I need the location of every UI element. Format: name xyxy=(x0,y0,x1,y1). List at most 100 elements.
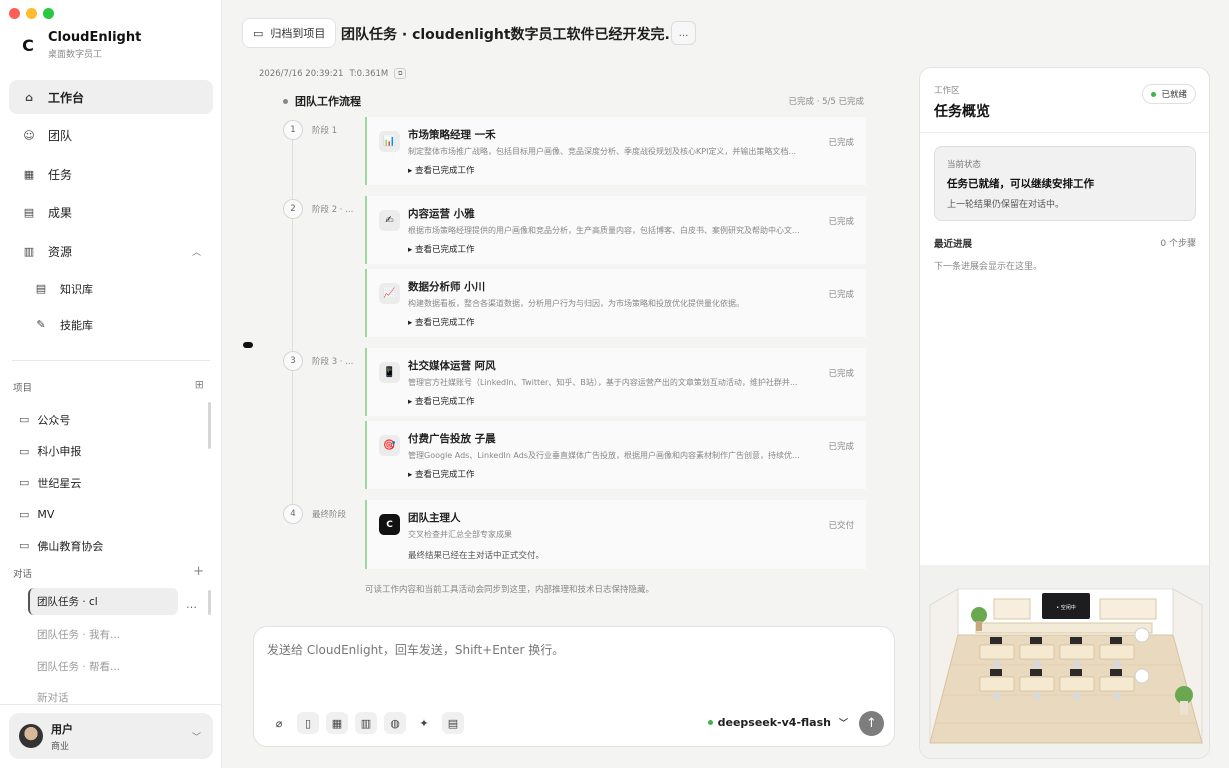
view-completed-work-link[interactable]: ▸ 查看已完成工作 xyxy=(408,468,854,480)
current-status-box: 当前状态 任务已就绪，可以继续安排工作 上一轮结果仍保留在对话中。 xyxy=(934,146,1196,221)
window-zoom-button[interactable] xyxy=(43,8,54,19)
main-nav: ⌂ 工作台 ☺ 团队 ▦ 任务 ▤ 成果 ▥ 资源 ︿ ▤ 知识库 ✎ 技能库 xyxy=(9,80,213,345)
folder-icon: ▭ xyxy=(19,476,30,490)
agent-title: 数据分析师 小川 xyxy=(408,281,486,293)
flow-status: 已完成 · 5/5 已完成 xyxy=(788,97,865,107)
agent-title: 内容运营 小雅 xyxy=(408,208,475,220)
message-composer[interactable]: 发送给 CloudEnlight，回车发送，Shift+Enter 换行。 ⌀ … xyxy=(253,626,895,747)
project-item[interactable]: ▭ 世纪星云 xyxy=(19,467,209,499)
layout-icon[interactable]: ▦ xyxy=(326,712,348,734)
status-badge: 已完成 xyxy=(828,138,854,148)
agent-title: 社交媒体运营 阿风 xyxy=(408,360,496,372)
final-delivery-note: 最终结果已经在主对话中正式交付。 xyxy=(408,551,545,561)
more-options-button[interactable]: ... xyxy=(671,21,696,45)
divider xyxy=(12,360,210,361)
new-conversation-plus-icon[interactable]: + xyxy=(193,564,204,579)
window-minimize-button[interactable] xyxy=(26,8,37,19)
workspace-panel: 工作区 任务概览 已就绪 当前状态 任务已就绪，可以继续安排工作 上一轮结果仍保… xyxy=(919,67,1210,759)
agent-card: ✍ 内容运营 小雅 根据市场策略经理提供的用户画像和竞品分析，生产高质量内容，包… xyxy=(365,196,866,264)
status-dot-icon xyxy=(707,720,713,725)
status-kicker: 当前状态 xyxy=(947,160,982,170)
nav-item-resources[interactable]: ▥ 资源 ︿ xyxy=(9,234,213,268)
chevron-up-icon[interactable]: ︿ xyxy=(192,245,201,258)
badge-label: 已就绪 xyxy=(1161,90,1187,100)
nav-item-results[interactable]: ▤ 成果 xyxy=(9,196,213,230)
file-icon[interactable]: ▤ xyxy=(442,712,464,734)
agent-desc: 根据市场策略经理提供的用户画像和竞品分析，生产高质量内容，包括博客、白皮书、案例… xyxy=(408,226,800,235)
stage-marker: 4 最终阶段 xyxy=(283,504,346,524)
send-button[interactable]: ↑ xyxy=(859,711,884,736)
user-card[interactable]: 用户 商业 ﹀ xyxy=(9,713,213,759)
stage-number: 4 xyxy=(283,504,303,524)
status-dot-icon xyxy=(1151,91,1157,97)
document-icon: ▤ xyxy=(23,206,35,219)
stage-label: 最终阶段 xyxy=(312,510,347,520)
nav-item-workbench[interactable]: ⌂ 工作台 xyxy=(9,80,213,114)
project-item[interactable]: ▭ 公众号 xyxy=(19,404,209,436)
office-scene: • 空闲中 xyxy=(920,565,1209,758)
nav-item-skills[interactable]: ✎ 技能库 xyxy=(9,309,213,341)
lead-agent-card: C 团队主理人 交叉检查并汇总全部专家成果 最终结果已经在主对话中正式交付。 已… xyxy=(365,500,866,569)
conversation-more-icon[interactable]: … xyxy=(186,598,197,611)
project-item[interactable]: ▭ 佛山教育协会 xyxy=(19,530,209,562)
office-screen-text: • 空闲中 xyxy=(1056,604,1076,611)
folder-icon: ▭ xyxy=(19,539,30,553)
tablet-icon[interactable]: ▯ xyxy=(297,712,319,734)
model-selector[interactable]: deepseek-v4-flash ﹀ xyxy=(707,716,848,729)
window-close-button[interactable] xyxy=(9,8,20,19)
sparkle-icon[interactable]: ✦ xyxy=(413,712,435,734)
conversation-item[interactable]: 新对话 xyxy=(28,682,213,714)
stage-number: 3 xyxy=(283,351,303,371)
chevron-down-icon[interactable]: ﹀ xyxy=(192,730,201,743)
nav-item-tasks[interactable]: ▦ 任务 xyxy=(9,157,213,191)
app-name: CloudEnlight xyxy=(48,30,142,45)
timeline-line xyxy=(292,140,293,510)
view-completed-work-link[interactable]: ▸ 查看已完成工作 xyxy=(408,164,854,176)
model-name: deepseek-v4-flash xyxy=(717,716,831,729)
phone-icon: 📱 xyxy=(379,362,400,383)
projects-scrollbar[interactable] xyxy=(208,402,211,449)
archive-to-project-button[interactable]: ▭ 归档到项目 xyxy=(242,18,337,48)
panel-kicker: 工作区 xyxy=(934,86,960,96)
project-item[interactable]: ▭ 科小申报 xyxy=(19,436,209,468)
composer-input[interactable]: 发送给 CloudEnlight，回车发送，Shift+Enter 换行。 xyxy=(267,641,564,658)
project-item[interactable]: ▭ MV xyxy=(19,499,209,531)
agent-card: 📱 社交媒体运营 阿风 管理官方社媒账号（LinkedIn、Twitter、知乎… xyxy=(365,348,866,416)
progress-label: 最近进展 xyxy=(934,239,973,250)
new-project-folder-icon[interactable]: ⊞ xyxy=(195,378,204,391)
book-icon: ▥ xyxy=(23,244,35,258)
project-label: 公众号 xyxy=(37,413,71,427)
resize-handle[interactable] xyxy=(243,342,253,348)
nav-item-label: 工作台 xyxy=(48,90,85,105)
nav-item-knowledge[interactable]: ▤ 知识库 xyxy=(9,273,213,305)
nav-item-label: 资源 xyxy=(48,244,73,259)
conversation-item[interactable]: 团队任务 · 帮看... xyxy=(28,651,213,683)
view-completed-work-link[interactable]: ▸ 查看已完成工作 xyxy=(408,243,854,255)
chart-icon: 📊 xyxy=(379,131,400,152)
building-icon[interactable]: ▥ xyxy=(355,712,377,734)
nav-item-label: 任务 xyxy=(48,167,73,182)
nav-item-team[interactable]: ☺ 团队 xyxy=(9,119,213,153)
agent-desc: 管理官方社媒账号（LinkedIn、Twitter、知乎、B站），基于内容运营产… xyxy=(408,378,798,387)
view-completed-work-link[interactable]: ▸ 查看已完成工作 xyxy=(408,395,854,407)
users-icon: ☺ xyxy=(23,129,35,142)
agent-title: 市场策略经理 一禾 xyxy=(408,129,496,141)
copy-icon[interactable]: ⧉ xyxy=(394,68,407,79)
conversation-item-active[interactable]: 团队任务 · cl xyxy=(28,588,178,615)
stage-marker: 2 阶段 2 · ... xyxy=(283,199,353,219)
folder-icon: ▭ xyxy=(19,444,30,458)
globe-icon[interactable]: ◍ xyxy=(384,712,406,734)
panel-title: 任务概览 xyxy=(934,104,990,120)
conversation-label: 新对话 xyxy=(37,692,69,705)
divider xyxy=(920,132,1209,133)
token-count: T:0.361M xyxy=(349,68,389,79)
user-name: 用户 xyxy=(51,722,73,736)
attach-icon[interactable]: ⌀ xyxy=(268,712,290,734)
conversation-item[interactable]: 团队任务 · 我有... xyxy=(28,619,213,651)
team-lead-logo-icon: C xyxy=(379,514,400,535)
page-title: 团队任务 · cloudenlight数字员工软件已经开发完... xyxy=(341,27,681,43)
project-list: ▭ 公众号 ▭ 科小申报 ▭ 世纪星云 ▭ MV ▭ 佛山教育协会 xyxy=(19,404,209,562)
view-completed-work-link[interactable]: ▸ 查看已完成工作 xyxy=(408,316,854,328)
conversations-scrollbar[interactable] xyxy=(208,590,211,615)
arrow-up-icon: ↑ xyxy=(866,716,877,731)
